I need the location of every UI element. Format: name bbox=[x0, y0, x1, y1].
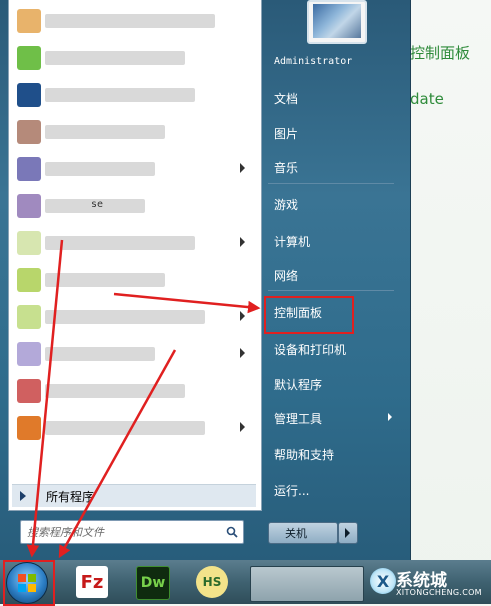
chevron-right-icon bbox=[345, 528, 350, 538]
submenu-arrow-icon bbox=[240, 237, 245, 247]
start-menu-link[interactable]: 音乐 bbox=[266, 155, 396, 179]
user-photo bbox=[313, 4, 361, 38]
start-menu-link-label: 计算机 bbox=[274, 235, 311, 249]
filezilla-label: Fz bbox=[80, 571, 104, 593]
program-list-item[interactable] bbox=[13, 154, 257, 184]
watermark-logo-icon: X bbox=[370, 568, 396, 594]
desktop-nvidia-label[interactable]: 控制面板 bbox=[410, 42, 470, 63]
start-menu-link-label: 运行... bbox=[274, 484, 310, 498]
program-icon bbox=[17, 120, 41, 144]
search-input[interactable] bbox=[25, 522, 219, 542]
program-name-redacted bbox=[45, 236, 195, 250]
hs-label: HS bbox=[202, 575, 222, 589]
program-list-item[interactable] bbox=[13, 43, 257, 73]
program-name-redacted bbox=[45, 384, 185, 398]
program-name-redacted bbox=[45, 14, 215, 28]
highlight-start-button bbox=[3, 560, 55, 606]
start-menu-link-label: 网络 bbox=[274, 269, 299, 283]
program-icon bbox=[17, 342, 41, 366]
all-programs-arrow-icon bbox=[20, 491, 26, 501]
program-name-redacted bbox=[45, 125, 165, 139]
start-menu-link[interactable]: 帮助和支持 bbox=[266, 442, 396, 466]
all-programs-button[interactable]: 所有程序 bbox=[12, 484, 256, 507]
program-name-redacted bbox=[45, 88, 195, 102]
dreamweaver-label: Dw bbox=[140, 575, 166, 591]
start-menu-link[interactable]: 游戏 bbox=[266, 192, 396, 216]
program-name-redacted bbox=[45, 347, 155, 361]
user-avatar[interactable] bbox=[307, 0, 367, 44]
start-menu-link-label: 帮助和支持 bbox=[274, 448, 335, 462]
start-menu-link[interactable]: 默认程序 bbox=[266, 372, 396, 396]
program-name-fragment: se bbox=[91, 199, 104, 210]
start-menu-link-label: 管理工具 bbox=[274, 412, 323, 426]
menu-separator bbox=[268, 290, 394, 291]
program-list-item[interactable]: se bbox=[13, 191, 257, 221]
start-search-box[interactable] bbox=[20, 520, 244, 544]
program-name-redacted bbox=[45, 310, 205, 324]
start-menu-link[interactable]: 计算机 bbox=[266, 229, 396, 253]
start-menu-link-label: 音乐 bbox=[274, 161, 299, 175]
program-icon bbox=[17, 46, 41, 70]
submenu-arrow-icon bbox=[240, 311, 245, 321]
program-icon bbox=[17, 194, 41, 218]
watermark-site: XITONGCHENG.COM bbox=[396, 588, 482, 597]
start-menu-link[interactable]: 文档 bbox=[266, 86, 396, 110]
search-icon[interactable] bbox=[223, 523, 241, 541]
program-name-redacted bbox=[45, 162, 155, 176]
menu-separator bbox=[268, 183, 394, 184]
start-menu-link-label: 文档 bbox=[274, 92, 299, 106]
taskbar-window-button[interactable] bbox=[250, 566, 364, 602]
program-icon bbox=[17, 231, 41, 255]
submenu-arrow-icon bbox=[240, 163, 245, 173]
program-icon bbox=[17, 268, 41, 292]
start-menu-link-label: 图片 bbox=[274, 127, 299, 141]
start-menu-link[interactable]: 图片 bbox=[266, 121, 396, 145]
program-list-item[interactable] bbox=[13, 265, 257, 295]
submenu-arrow-icon bbox=[388, 413, 392, 421]
program-icon bbox=[17, 83, 41, 107]
program-icon bbox=[17, 305, 41, 329]
shutdown-button[interactable]: 关机 bbox=[268, 522, 338, 544]
all-programs-label: 所有程序 bbox=[46, 490, 95, 504]
program-list-item[interactable] bbox=[13, 413, 257, 443]
shutdown-label: 关机 bbox=[285, 527, 307, 540]
shutdown-options-button[interactable] bbox=[338, 522, 358, 544]
start-menu-link-label: 游戏 bbox=[274, 198, 299, 212]
start-menu-link-label: 默认程序 bbox=[274, 378, 323, 392]
desktop-update-label[interactable]: date bbox=[410, 90, 444, 108]
program-list-item[interactable] bbox=[13, 117, 257, 147]
start-menu: se 所有程序 Administrator 文档图片音乐游戏计算机网络控制面板设… bbox=[0, 0, 411, 560]
program-icon bbox=[17, 416, 41, 440]
program-list-item[interactable] bbox=[13, 339, 257, 369]
program-name-redacted bbox=[45, 273, 165, 287]
program-list-item[interactable] bbox=[13, 376, 257, 406]
highlight-control-panel bbox=[264, 296, 354, 334]
program-name-redacted bbox=[45, 51, 185, 65]
program-icon bbox=[17, 9, 41, 33]
program-list-item[interactable] bbox=[13, 80, 257, 110]
hs-taskbar-icon[interactable]: HS bbox=[196, 566, 228, 598]
start-menu-link-label: 设备和打印机 bbox=[274, 343, 347, 357]
start-menu-programs-panel: se bbox=[8, 0, 262, 511]
site-watermark: X 系统城 XITONGCHENG.COM bbox=[370, 566, 491, 604]
program-list-item[interactable] bbox=[13, 228, 257, 258]
program-list-item[interactable] bbox=[13, 302, 257, 332]
program-list-item[interactable] bbox=[13, 6, 257, 36]
filezilla-taskbar-icon[interactable]: Fz bbox=[76, 566, 108, 598]
program-icon bbox=[17, 157, 41, 181]
start-menu-link[interactable]: 管理工具 bbox=[266, 406, 396, 430]
dreamweaver-taskbar-icon[interactable]: Dw bbox=[136, 566, 170, 600]
program-name-redacted bbox=[45, 421, 205, 435]
start-menu-link[interactable]: 运行... bbox=[266, 478, 396, 502]
start-menu-link[interactable]: 设备和打印机 bbox=[266, 337, 396, 361]
username-label: Administrator bbox=[274, 56, 353, 67]
start-menu-link[interactable]: 网络 bbox=[266, 263, 396, 287]
program-icon bbox=[17, 379, 41, 403]
submenu-arrow-icon bbox=[240, 422, 245, 432]
submenu-arrow-icon bbox=[240, 348, 245, 358]
